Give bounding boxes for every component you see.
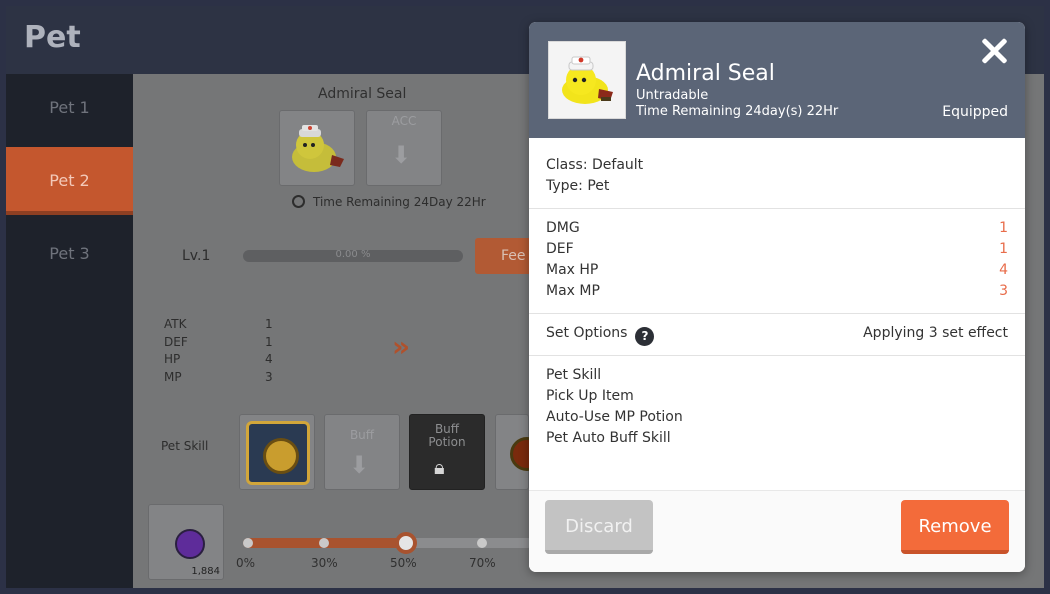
modal-header: Admiral Seal Untradable Time Remaining 2… (529, 22, 1025, 138)
skill-item: Auto-Use MP Potion (546, 409, 683, 425)
buff-potion-slot[interactable]: Buff Potion 🔒︎ (409, 414, 485, 490)
close-icon[interactable] (977, 34, 1011, 68)
class-type-section: Class: Default Type: Pet (529, 138, 1025, 209)
exp-text: 0.00 % (335, 249, 371, 260)
set-options-label: Set Options (546, 325, 628, 341)
skill-item: Pet Skill (546, 367, 602, 383)
sidebar-item-pet-2[interactable]: Pet 2 (6, 147, 133, 215)
skill-item: Pick Up Item (546, 388, 634, 404)
pet-name: Admiral Seal (318, 86, 407, 102)
slider-tick-label: 50% (390, 556, 417, 570)
stat-value: 4 (999, 262, 1008, 278)
stat-value: 1 (999, 241, 1008, 257)
slider-tick-label: 30% (311, 556, 338, 570)
stat-label: ATK (164, 317, 187, 331)
pet-skill-icon (246, 421, 310, 485)
modal-footer: Discard Remove (529, 490, 1025, 572)
help-icon[interactable]: ? (635, 327, 655, 346)
admiral-seal-icon (562, 56, 613, 104)
skills-section: Pet Skill Pick Up Item Auto-Use MP Potio… (529, 356, 1025, 490)
potion-threshold-slider[interactable] (243, 532, 533, 554)
stat-value: 3 (999, 283, 1008, 299)
pet-skill-slot-1[interactable] (239, 414, 315, 490)
exp-bar: 0.00 % (243, 249, 463, 262)
double-chevron-right-icon: » (392, 330, 410, 363)
class-text: Class: Default (546, 157, 644, 173)
stat-label: HP (164, 352, 181, 366)
sidebar-item-pet-1[interactable]: Pet 1 (6, 74, 133, 142)
admiral-seal-icon (292, 125, 344, 172)
remove-button[interactable]: Remove (901, 500, 1009, 554)
pet-level: Lv.1 (182, 248, 211, 264)
equipped-status: Equipped (942, 104, 1008, 120)
window-title: Pet (24, 20, 81, 55)
set-options-row: Set Options? (546, 323, 655, 346)
skill-item: Pet Auto Buff Skill (546, 430, 671, 446)
potion-bottle-icon (175, 529, 205, 559)
feed-button[interactable]: Fee (475, 238, 535, 274)
discard-button[interactable]: Discard (545, 500, 653, 554)
set-options-value: Applying 3 set effect (863, 325, 1008, 341)
slider-tick-label: 70% (469, 556, 496, 570)
pet-sidebar: Pet 1 Pet 2 Pet 3 (6, 74, 133, 588)
modal-pet-name: Admiral Seal (636, 61, 775, 86)
stat-label: DMG (546, 220, 580, 236)
stats-section: DMG 1 DEF 1 Max HP 4 Max MP 3 (529, 209, 1025, 314)
pet-skill-slot-4[interactable] (495, 414, 544, 490)
slider-stop[interactable] (319, 538, 329, 548)
tradability-text: Untradable (636, 88, 709, 103)
download-icon: ⬇ (349, 451, 370, 479)
stat-label: DEF (546, 241, 574, 257)
stat-value: 4 (265, 352, 273, 366)
set-options-section: Set Options? Applying 3 set effect (529, 314, 1025, 356)
clock-icon (292, 195, 305, 208)
stat-label: MP (164, 369, 182, 384)
stat-value: 1 (265, 334, 273, 349)
sidebar-item-pet-3[interactable]: Pet 3 (6, 220, 133, 288)
stat-label: Max HP (546, 262, 599, 278)
slider-knob[interactable] (395, 532, 417, 554)
pet-info-modal: Admiral Seal Untradable Time Remaining 2… (529, 22, 1025, 572)
buff-potion-label: Buff Potion (428, 422, 466, 449)
download-icon: ⬇ (391, 141, 412, 169)
stat-value: 1 (265, 317, 273, 331)
stat-label: DEF (164, 334, 188, 349)
type-text: Type: Pet (546, 178, 610, 194)
potion-slot[interactable]: 1,884 (148, 504, 224, 580)
lock-icon: 🔒︎ (434, 455, 445, 479)
pet-skill-label: Pet Skill (161, 439, 209, 453)
stat-value: 1 (999, 220, 1008, 236)
slider-stop[interactable] (477, 538, 487, 548)
pet-portrait-slot[interactable] (279, 110, 355, 186)
acc-slot-label: ACC (391, 114, 417, 128)
buff-slot-label: Buff (349, 428, 375, 442)
modal-pet-meta: Untradable Time Remaining 24day(s) 22Hr (636, 88, 838, 120)
potion-count: 1,884 (191, 566, 220, 577)
stat-label: Max MP (546, 283, 600, 299)
acc-equip-slot[interactable]: ACC ⬇ (366, 110, 442, 186)
time-remaining-text: Time Remaining 24Day 22Hr (313, 195, 486, 209)
time-remaining-text: Time Remaining 24day(s) 22Hr (636, 104, 839, 119)
stat-value: 3 (265, 369, 273, 384)
slider-tick-label: 0% (236, 556, 256, 570)
pet-stat-values: 1 1 4 3 (265, 316, 273, 386)
pet-time-remaining: Time Remaining 24Day 22Hr (292, 195, 486, 209)
slider-stop[interactable] (243, 538, 253, 548)
modal-pet-portrait (548, 41, 626, 119)
buff-slot[interactable]: Buff ⬇ (324, 414, 400, 490)
pet-stat-labels: ATK DEF HP MP (164, 316, 188, 386)
